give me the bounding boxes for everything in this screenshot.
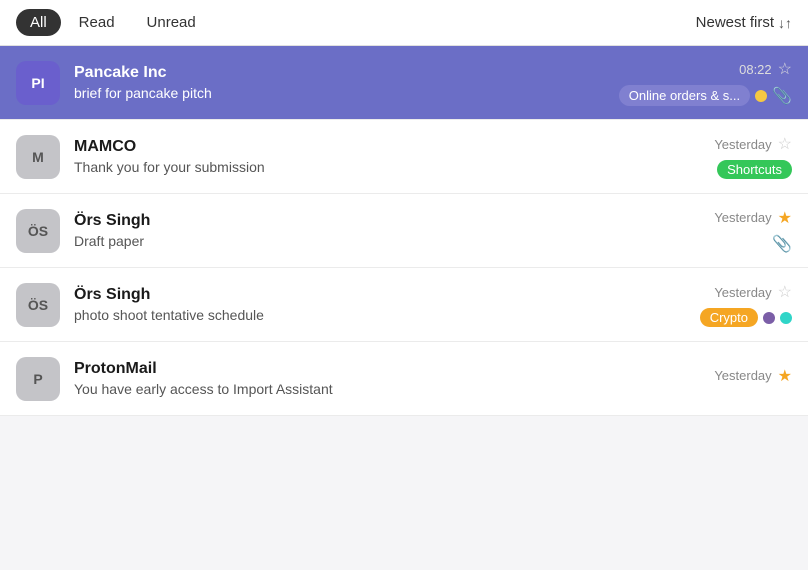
email-preview: Thank you for your submission	[74, 159, 702, 175]
email-preview: brief for pancake pitch	[74, 85, 607, 101]
email-sender: MAMCO	[74, 138, 702, 156]
email-content: MAMCO Thank you for your submission	[74, 138, 702, 175]
email-time-row: Yesterday ☆	[714, 282, 792, 302]
clip-icon: 📎	[772, 234, 792, 254]
email-time-row: 08:22 ☆	[739, 59, 792, 79]
sort-button[interactable]: Newest first ↓↑	[696, 14, 792, 31]
email-item[interactable]: M MAMCO Thank you for your submission Ye…	[0, 120, 808, 194]
star-icon[interactable]: ☆	[778, 134, 792, 154]
dot-purple	[763, 312, 775, 324]
star-icon[interactable]: ☆	[778, 59, 792, 79]
email-time: Yesterday	[714, 285, 771, 300]
email-content: ProtonMail You have early access to Impo…	[74, 360, 702, 397]
email-time-row: Yesterday ☆	[714, 134, 792, 154]
email-sender: Örs Singh	[74, 286, 688, 304]
avatar: P	[16, 357, 60, 401]
tab-all[interactable]: All	[16, 9, 61, 36]
email-time-row: Yesterday ★	[714, 208, 792, 228]
email-meta: 08:22 ☆ Online orders & s... 📎	[619, 59, 792, 106]
email-item[interactable]: P ProtonMail You have early access to Im…	[0, 342, 808, 416]
email-sender: ProtonMail	[74, 360, 702, 378]
email-sender: Örs Singh	[74, 212, 702, 230]
dot-yellow	[755, 90, 767, 102]
clip-icon: 📎	[772, 86, 792, 106]
filter-tabs: All Read Unread	[16, 9, 210, 36]
avatar: M	[16, 135, 60, 179]
filter-bar: All Read Unread Newest first ↓↑	[0, 0, 808, 46]
tag-pill: Online orders & s...	[619, 85, 750, 106]
email-sender: Pancake Inc	[74, 64, 607, 82]
email-time: 08:22	[739, 62, 772, 77]
email-time: Yesterday	[714, 210, 771, 225]
tag-shortcuts: Shortcuts	[717, 160, 792, 179]
email-preview: You have early access to Import Assistan…	[74, 381, 702, 397]
email-list: PI Pancake Inc brief for pancake pitch 0…	[0, 46, 808, 416]
tags-row: Shortcuts	[717, 160, 792, 179]
avatar: ÖS	[16, 209, 60, 253]
tags-row: Crypto	[700, 308, 792, 327]
email-item[interactable]: ÖS Örs Singh photo shoot tentative sched…	[0, 268, 808, 342]
email-meta: Yesterday ☆ Shortcuts	[714, 134, 792, 179]
star-icon[interactable]: ★	[778, 366, 792, 386]
email-content: Örs Singh photo shoot tentative schedule	[74, 286, 688, 323]
tab-unread[interactable]: Unread	[133, 9, 210, 36]
star-icon[interactable]: ★	[778, 208, 792, 228]
email-meta: Yesterday ★ 📎	[714, 208, 792, 254]
avatar: ÖS	[16, 283, 60, 327]
email-preview: photo shoot tentative schedule	[74, 307, 688, 323]
email-content: Pancake Inc brief for pancake pitch	[74, 64, 607, 101]
tab-read[interactable]: Read	[65, 9, 129, 36]
email-meta: Yesterday ☆ Crypto	[700, 282, 792, 327]
tags-row: 📎	[772, 234, 792, 254]
avatar: PI	[16, 61, 60, 105]
email-time-row: Yesterday ★	[714, 366, 792, 386]
tags-row: Online orders & s... 📎	[619, 85, 792, 106]
sort-icon: ↓↑	[778, 15, 792, 31]
tag-label: Online orders & s...	[629, 88, 740, 103]
email-time: Yesterday	[714, 137, 771, 152]
email-item[interactable]: PI Pancake Inc brief for pancake pitch 0…	[0, 46, 808, 120]
email-preview: Draft paper	[74, 233, 702, 249]
dot-teal	[780, 312, 792, 324]
sort-label: Newest first	[696, 14, 774, 31]
email-item[interactable]: ÖS Örs Singh Draft paper Yesterday ★ 📎	[0, 194, 808, 268]
star-icon[interactable]: ☆	[778, 282, 792, 302]
email-time: Yesterday	[714, 368, 771, 383]
email-meta: Yesterday ★	[714, 366, 792, 392]
email-content: Örs Singh Draft paper	[74, 212, 702, 249]
tag-crypto: Crypto	[700, 308, 758, 327]
